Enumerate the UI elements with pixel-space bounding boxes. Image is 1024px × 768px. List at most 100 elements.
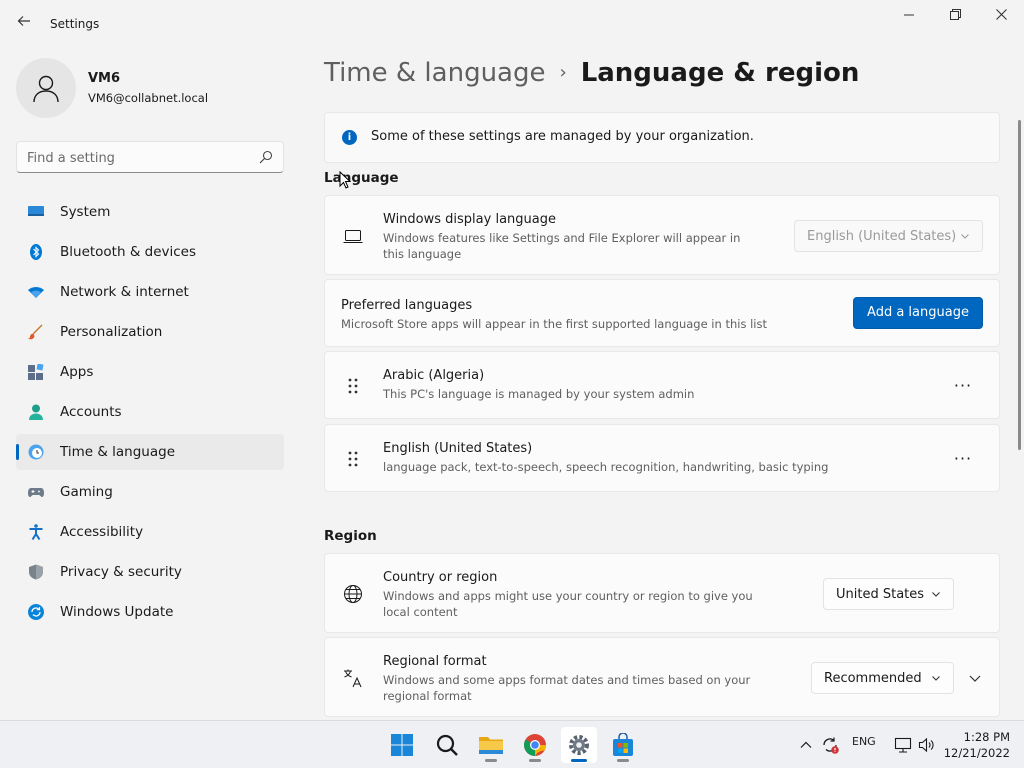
drag-handle-icon[interactable]	[347, 450, 359, 468]
sidebar-item-windows-update[interactable]: Windows Update	[16, 594, 284, 630]
language-format-icon	[344, 669, 362, 688]
sidebar-item-time-language[interactable]: Time & language	[16, 434, 284, 470]
volume-icon[interactable]	[918, 736, 936, 754]
breadcrumb-separator-icon: ›	[559, 62, 567, 83]
drag-handle-icon[interactable]	[347, 377, 359, 395]
clock-date: 12/21/2022	[943, 746, 1010, 760]
running-indicator	[571, 759, 587, 762]
maximize-button[interactable]	[932, 6, 978, 28]
accessibility-icon	[29, 524, 43, 540]
page-title: Language & region	[580, 58, 860, 88]
sidebar-item-privacy[interactable]: Privacy & security	[16, 554, 284, 590]
scrollbar[interactable]	[1018, 120, 1021, 450]
regional-format-card[interactable]: Regional format Windows and some apps fo…	[324, 637, 1000, 717]
breadcrumb-parent[interactable]: Time & language	[324, 58, 545, 88]
running-indicator	[485, 759, 497, 762]
person-icon	[33, 75, 59, 103]
minimize-button[interactable]	[886, 6, 932, 28]
breadcrumb: Time & language › Language & region	[324, 58, 859, 88]
sidebar-item-label: Accounts	[60, 404, 122, 420]
sidebar-item-apps[interactable]: Apps	[16, 354, 284, 390]
taskbar-chrome[interactable]	[517, 727, 553, 763]
sidebar-item-network[interactable]: Network & internet	[16, 274, 284, 310]
sidebar-item-label: Privacy & security	[60, 564, 182, 580]
running-indicator	[529, 759, 541, 762]
sidebar-item-system[interactable]: System	[16, 194, 284, 230]
file-explorer-icon	[479, 737, 503, 754]
chrome-icon	[524, 734, 546, 756]
back-button[interactable]	[14, 14, 34, 34]
system-clock[interactable]: 1:28 PM 12/21/2022	[944, 729, 1010, 761]
close-icon	[995, 9, 1007, 20]
more-options-button[interactable]: ···	[947, 443, 979, 475]
sidebar-item-label: Gaming	[60, 484, 113, 500]
sidebar-item-accounts[interactable]: Accounts	[16, 394, 284, 430]
section-title-language: Language	[324, 170, 399, 186]
display-language-title: Windows display language	[383, 212, 556, 227]
more-options-button[interactable]: ···	[947, 370, 979, 402]
taskbar: ENG 1:28 PM 12/21/2022	[0, 720, 1024, 768]
update-icon	[28, 604, 44, 620]
profile-name: VM6	[88, 71, 121, 86]
search-input[interactable]	[27, 148, 247, 168]
input-language-indicator[interactable]: ENG	[852, 735, 876, 748]
country-region-desc: Windows and apps might use your country …	[383, 589, 753, 619]
language-list-item[interactable]: English (United States) language pack, t…	[324, 424, 1000, 492]
language-name: Arabic (Algeria)	[383, 368, 485, 383]
chevron-up-icon[interactable]	[800, 739, 812, 751]
network-icon[interactable]	[894, 736, 912, 754]
taskbar-settings[interactable]	[561, 727, 597, 763]
wifi-icon	[28, 287, 44, 298]
user-profile[interactable]: VM6 VM6@collabnet.local	[16, 56, 286, 120]
display-language-card: Windows display language Windows feature…	[324, 195, 1000, 275]
avatar	[16, 58, 76, 118]
sidebar-item-personalization[interactable]: Personalization	[16, 314, 284, 350]
mouse-cursor-icon	[339, 171, 351, 189]
sidebar-item-bluetooth[interactable]: Bluetooth & devices	[16, 234, 284, 270]
running-indicator	[617, 759, 629, 762]
display-language-dropdown[interactable]: English (United States)	[794, 220, 983, 252]
sidebar-item-label: System	[60, 204, 111, 220]
chevron-down-icon	[932, 676, 940, 681]
sidebar-item-gaming[interactable]: Gaming	[16, 474, 284, 510]
minimize-icon	[904, 14, 914, 16]
country-region-value: United States	[836, 587, 925, 602]
info-text: Some of these settings are managed by yo…	[371, 129, 754, 144]
sidebar-item-accessibility[interactable]: Accessibility	[16, 514, 284, 550]
preferred-languages-desc: Microsoft Store apps will appear in the …	[341, 317, 767, 331]
language-list-item[interactable]: Arabic (Algeria) This PC's language is m…	[324, 351, 1000, 419]
windows-start-icon	[391, 734, 413, 756]
clock-time: 1:28 PM	[963, 730, 1010, 744]
country-region-title: Country or region	[383, 570, 498, 585]
search-icon	[259, 150, 273, 164]
search-icon	[436, 734, 458, 756]
sync-error-icon[interactable]	[821, 736, 839, 754]
chevron-down-icon	[961, 234, 969, 239]
close-button[interactable]	[978, 6, 1024, 28]
regional-format-dropdown[interactable]: Recommended	[811, 662, 954, 694]
display-language-value: English (United States)	[807, 229, 957, 244]
sidebar-item-label: Bluetooth & devices	[60, 244, 197, 260]
managed-info-bar: i Some of these settings are managed by …	[324, 112, 1000, 163]
regional-format-title: Regional format	[383, 654, 487, 669]
taskbar-file-explorer[interactable]	[473, 727, 509, 763]
app-title: Settings	[50, 17, 100, 31]
language-name: English (United States)	[383, 441, 533, 456]
regional-format-desc: Windows and some apps format dates and t…	[383, 673, 751, 703]
taskbar-search-button[interactable]	[429, 727, 465, 763]
monitor-icon	[28, 206, 44, 216]
profile-email: VM6@collabnet.local	[88, 91, 209, 105]
restore-icon	[949, 9, 961, 20]
expand-chevron-icon[interactable]	[965, 668, 985, 688]
start-button[interactable]	[384, 727, 420, 763]
display-language-desc: Windows features like Settings and File …	[383, 231, 741, 261]
store-icon	[613, 733, 633, 756]
add-language-button[interactable]: Add a language	[853, 297, 983, 329]
person-icon	[29, 404, 43, 420]
sidebar-item-label: Windows Update	[60, 604, 174, 620]
country-region-card: Country or region Windows and apps might…	[324, 553, 1000, 633]
taskbar-store[interactable]	[605, 727, 641, 763]
language-desc: This PC's language is managed by your sy…	[383, 387, 695, 401]
country-region-dropdown[interactable]: United States	[823, 578, 954, 610]
search-box[interactable]	[16, 141, 284, 173]
